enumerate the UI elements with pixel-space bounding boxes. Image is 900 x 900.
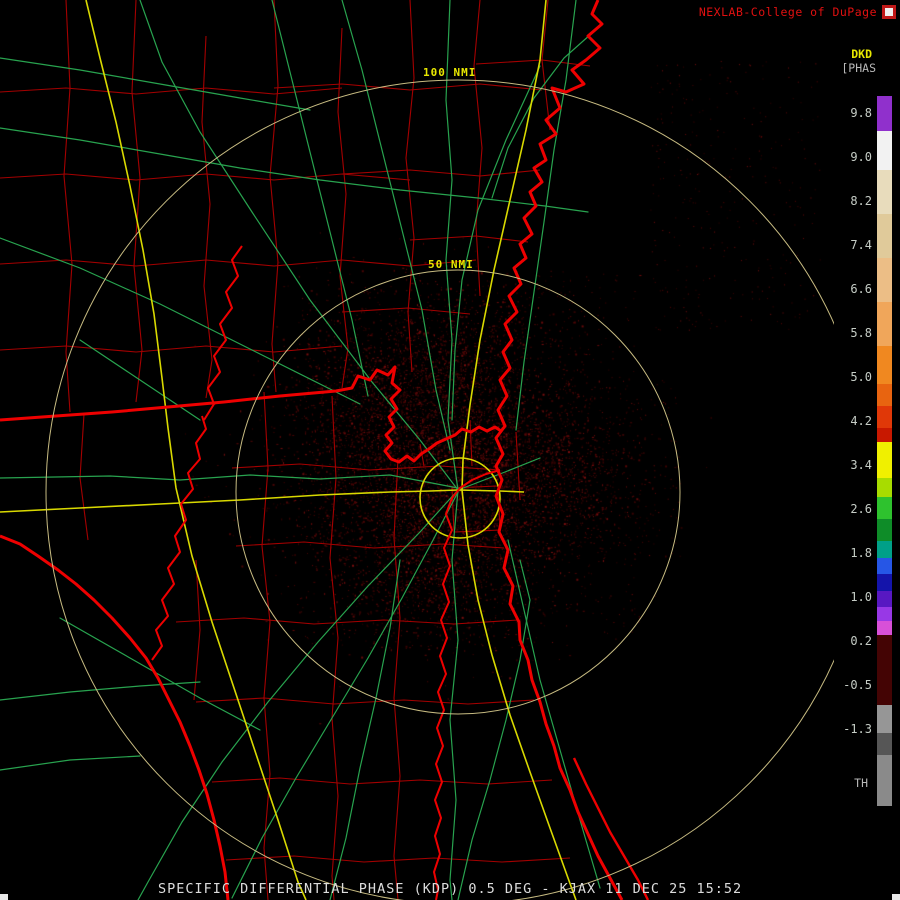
colorbar-segment: [877, 558, 892, 574]
window-corner-mark-left: [0, 894, 8, 900]
colorbar-segment: [877, 428, 892, 442]
interstate-10: [0, 489, 459, 513]
beach-spur: [457, 489, 525, 493]
scale-tick-label: 8.2: [850, 194, 872, 208]
colorbar-segment: [877, 131, 892, 170]
cod-logo-icon: [882, 5, 896, 19]
colorbar-segment: [877, 478, 892, 497]
colorbar-segment: [877, 574, 892, 591]
colorbar-segment: [877, 214, 892, 258]
scale-tick-label: 0.2: [850, 634, 872, 648]
colorbar-segment: [877, 406, 892, 428]
scale-tick-label: 3.4: [850, 458, 872, 472]
colorbar-segment: [877, 621, 892, 635]
colorbar-segment: [877, 442, 892, 478]
colorbar-segment: [877, 519, 892, 541]
alapaha-river: [203, 245, 243, 421]
colorbar-segment: [877, 96, 892, 131]
beltway-loop: [419, 457, 501, 539]
scale-tick-label: 6.6: [850, 282, 872, 296]
colorbar: [877, 0, 892, 900]
highways: [0, 0, 577, 900]
scale-bottom-label: TH: [854, 776, 868, 790]
colorbar-segment: [877, 635, 892, 705]
scale-tick-label: 1.8: [850, 546, 872, 560]
scale-tick-label: 1.0: [850, 590, 872, 604]
colorbar-segment: [877, 258, 892, 302]
window-corner-mark-right: [892, 894, 900, 900]
colorbar-segment: [877, 541, 892, 558]
range-ring-label-100: 100 NMI: [423, 66, 476, 79]
colorbar-segment: [877, 170, 892, 214]
scale-tick-label: -1.3: [843, 722, 872, 736]
coast-and-rivers: [0, 0, 650, 900]
scale-tick-label: 9.8: [850, 106, 872, 120]
units-label: [PHAS: [841, 61, 876, 75]
suwannee-river: [151, 415, 207, 661]
scale-tick-label: 5.0: [850, 370, 872, 384]
product-code-label: DKD: [851, 47, 872, 61]
range-ring-label-50: 50 NMI: [428, 258, 474, 271]
colorbar-segment: [877, 302, 892, 346]
color-scale-panel: DKD [PHAS 9.8 9.0 8.2 7.4 6.6 5.8 5.0 4.2 3.4 2.6…: [834, 0, 900, 900]
colorbar-segment: [877, 346, 892, 384]
colorbar-segment: [877, 384, 892, 406]
status-bar: SPECIFIC DIFFERENTIAL PHASE (KDP) 0.5 DE…: [158, 881, 743, 897]
scale-tick-label: 7.4: [850, 238, 872, 252]
scale-tick-label: -0.5: [843, 678, 872, 692]
header: NEXLAB-College of DuPage: [699, 5, 896, 19]
roads: [0, 0, 601, 900]
scale-tick-label: 5.8: [850, 326, 872, 340]
scale-tick-label: 2.6: [850, 502, 872, 516]
colorbar-segment: [877, 705, 892, 733]
brand-text: NEXLAB-College of DuPage: [698, 5, 877, 19]
colorbar-segment: [877, 497, 892, 519]
colorbar-segment: [877, 591, 892, 607]
radar-map: 50 NMI 100 NMI: [0, 0, 871, 900]
colorbar-segment: [877, 607, 892, 621]
colorbar-segment: [877, 755, 892, 806]
scale-tick-label: 9.0: [850, 150, 872, 164]
colorbar-segment: [877, 733, 892, 755]
radar-display: 50 NMI 100 NMI DKD [PHAS 9.8 9.0 8.2 7.4 6.6…: [0, 0, 900, 900]
scale-tick-label: 4.2: [850, 414, 872, 428]
